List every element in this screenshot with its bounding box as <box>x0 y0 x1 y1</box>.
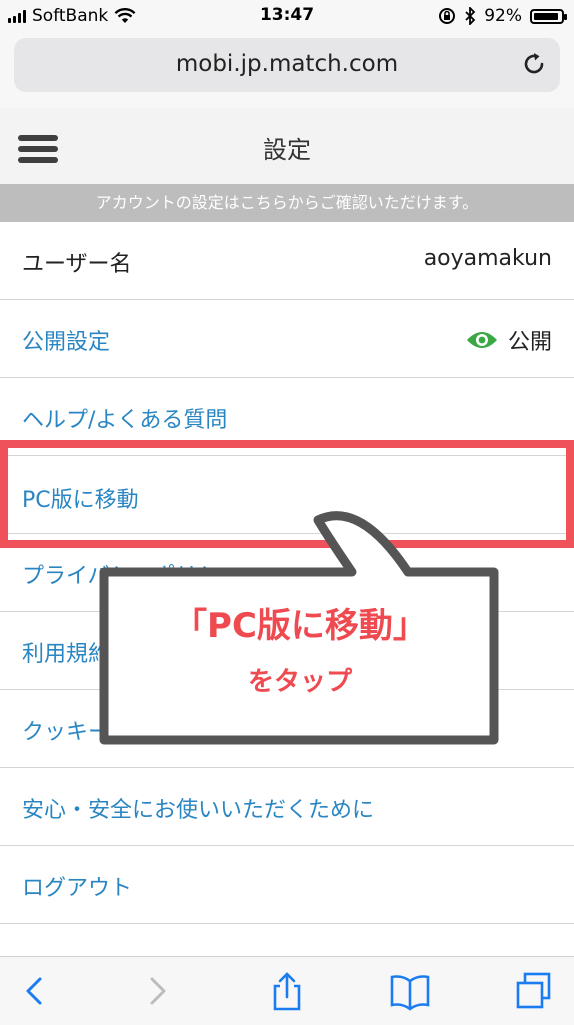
status-bar: SoftBank 13:47 92% <box>0 0 574 32</box>
username-label: ユーザー名 <box>22 252 132 277</box>
eye-icon <box>466 332 497 348</box>
highlight-frame <box>0 440 574 548</box>
address-bar[interactable]: mobi.jp.match.com <box>14 38 560 92</box>
privacy-label: プライバシーポリシー <box>22 564 242 589</box>
setting-safety[interactable]: 安心・安全にお使いいただくために <box>0 768 574 846</box>
username-value: aoyamakun <box>423 246 552 271</box>
visibility-value: 公開 <box>466 324 552 356</box>
rotation-lock-icon <box>439 8 456 24</box>
setting-visibility[interactable]: 公開設定 公開 <box>0 300 574 378</box>
callout-line2: をタップ <box>247 667 352 697</box>
logout-label: ログアウト <box>22 876 133 901</box>
battery-icon <box>530 8 567 24</box>
browser-chrome: SoftBank 13:47 92% mobi.jp.match.com <box>0 0 574 109</box>
tabs-icon[interactable] <box>514 971 554 1011</box>
reload-icon[interactable] <box>520 50 548 78</box>
help-label: ヘルプ/よくある質問 <box>22 408 228 433</box>
visibility-status: 公開 <box>507 330 552 355</box>
callout-text: 「PC版に移動」 をタップ <box>105 598 495 698</box>
setting-logout[interactable]: ログアウト <box>0 846 574 924</box>
share-icon[interactable] <box>267 971 307 1011</box>
terms-label: 利用規約 <box>22 642 111 667</box>
setting-cookie[interactable]: クッキーポリシー <box>0 690 574 768</box>
setting-username: ユーザー名 aoyamakun <box>0 222 574 300</box>
url-text: mobi.jp.match.com <box>175 51 399 77</box>
account-notice: アカウントの設定はこちらからご確認いただけます。 <box>0 184 574 222</box>
safety-label: 安心・安全にお使いいただくために <box>22 798 375 823</box>
battery-percent: 92% <box>484 6 522 26</box>
bookmarks-icon[interactable] <box>390 971 430 1011</box>
callout-line1: 「PC版に移動」 <box>173 606 427 646</box>
page-header: 設定 <box>0 108 574 184</box>
browser-toolbar <box>0 956 574 1025</box>
back-icon[interactable] <box>14 971 54 1011</box>
page-title: 設定 <box>263 136 311 164</box>
visibility-label: 公開設定 <box>22 330 111 355</box>
cookie-label: クッキーポリシー <box>22 720 199 745</box>
forward-icon[interactable] <box>138 971 178 1011</box>
bluetooth-icon <box>465 7 476 25</box>
